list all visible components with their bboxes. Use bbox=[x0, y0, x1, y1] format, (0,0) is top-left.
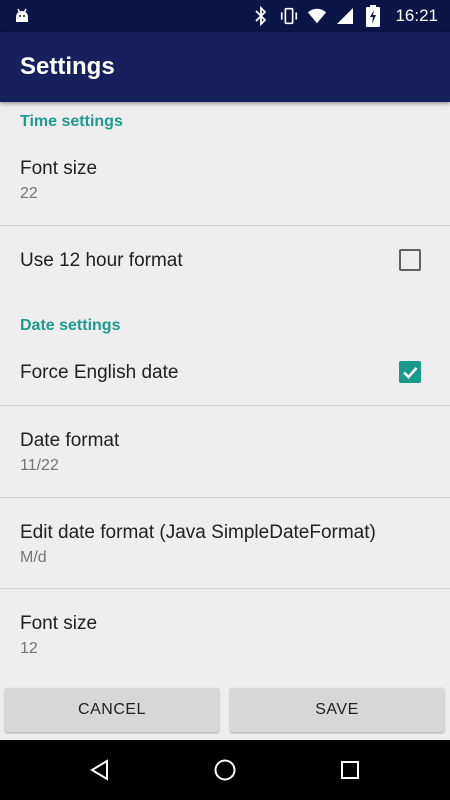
pref-title: Use 12 hour format bbox=[20, 250, 183, 271]
app-bar: Settings bbox=[0, 32, 450, 102]
bluetooth-icon bbox=[251, 6, 271, 26]
back-icon[interactable] bbox=[88, 758, 112, 782]
page-title: Settings bbox=[20, 53, 115, 80]
navigation-bar bbox=[0, 740, 450, 800]
pref-title: Edit date format (Java SimpleDateFormat) bbox=[20, 522, 376, 543]
pref-time-font-size[interactable]: Font size 22 bbox=[0, 142, 450, 226]
recent-apps-icon[interactable] bbox=[338, 758, 362, 782]
home-icon[interactable] bbox=[213, 758, 237, 782]
pref-title: Date format bbox=[20, 430, 120, 451]
signal-icon bbox=[335, 6, 355, 26]
wifi-icon bbox=[307, 6, 327, 26]
section-header-date: Date settings bbox=[20, 317, 121, 334]
pref-title: Force English date bbox=[20, 362, 179, 383]
checkmark-icon bbox=[403, 367, 418, 379]
pref-summary: M/d bbox=[20, 549, 47, 566]
pref-summary: 12 bbox=[20, 640, 38, 657]
pref-title: Font size bbox=[20, 613, 98, 634]
battery-charging-icon bbox=[363, 5, 383, 27]
settings-list[interactable]: Time settings Font size 22 Use 12 hour f… bbox=[0, 102, 450, 682]
section-header-time: Time settings bbox=[20, 113, 123, 130]
pref-date-font-size[interactable]: Font size 12 bbox=[0, 589, 450, 682]
hour-format-checkbox[interactable] bbox=[399, 249, 421, 271]
android-debug-icon bbox=[12, 6, 32, 26]
vibrate-icon bbox=[279, 6, 299, 26]
status-time: 16:21 bbox=[395, 6, 438, 25]
pref-summary: 22 bbox=[20, 185, 38, 202]
pref-force-english-date[interactable]: Force English date bbox=[0, 340, 450, 406]
pref-date-format[interactable]: Date format 11/22 bbox=[0, 406, 450, 497]
pref-summary: 11/22 bbox=[20, 457, 59, 474]
cancel-button[interactable]: CANCEL bbox=[5, 688, 219, 732]
pref-title: Font size bbox=[20, 158, 98, 179]
pref-edit-date-format[interactable]: Edit date format (Java SimpleDateFormat)… bbox=[0, 498, 450, 588]
dialog-button-bar: CANCEL SAVE bbox=[0, 682, 450, 740]
pref-use-12-hour-format[interactable]: Use 12 hour format bbox=[0, 226, 450, 294]
save-button[interactable]: SAVE bbox=[230, 688, 444, 732]
force-english-date-checkbox[interactable] bbox=[399, 361, 421, 383]
status-bar: 16:21 bbox=[0, 0, 450, 32]
